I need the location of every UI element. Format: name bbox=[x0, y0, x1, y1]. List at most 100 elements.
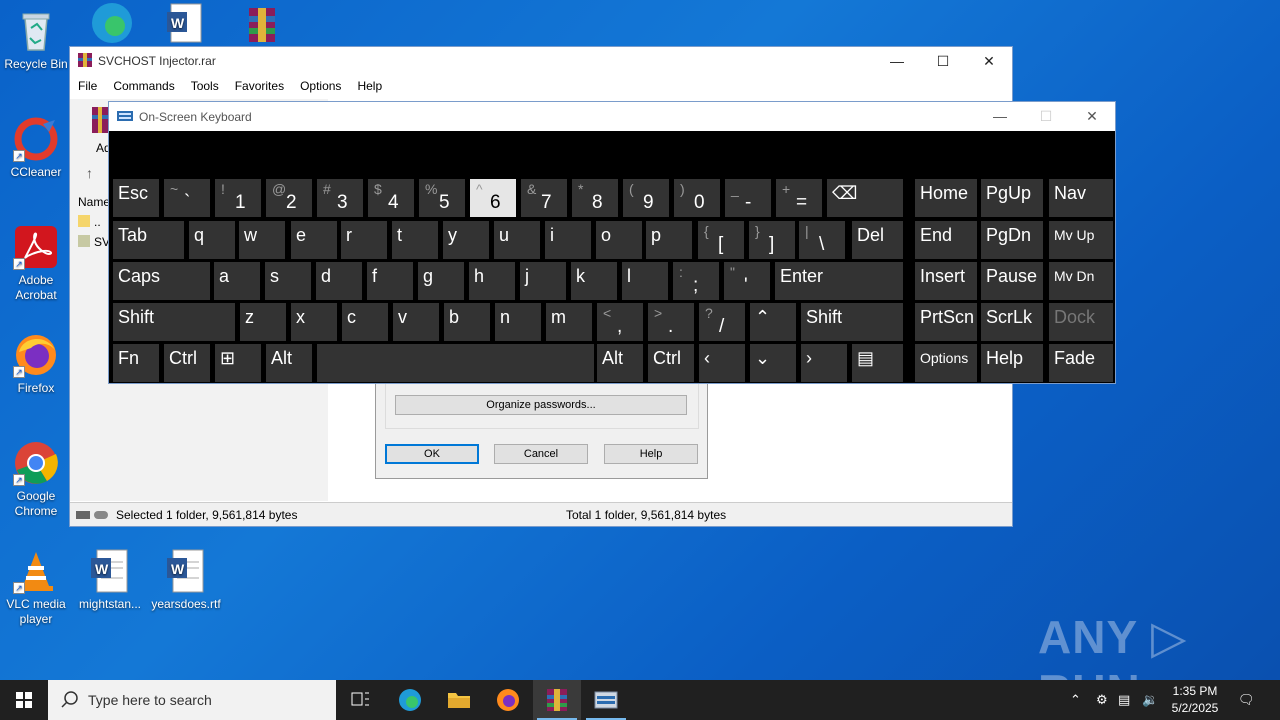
column-header-name[interactable]: Name bbox=[78, 195, 108, 209]
key-dock[interactable]: Dock bbox=[1049, 303, 1113, 341]
key-6[interactable]: ^ 6 bbox=[470, 179, 516, 217]
key-scrlk[interactable]: ScrLk bbox=[981, 303, 1043, 341]
menu-favorites[interactable]: Favorites bbox=[235, 79, 284, 93]
key-pause[interactable]: Pause bbox=[981, 262, 1043, 300]
key-j[interactable]: j bbox=[520, 262, 566, 300]
desktop-icon-recycle-bin[interactable]: Recycle Bin bbox=[0, 8, 72, 72]
key-;[interactable]: :; bbox=[673, 262, 719, 300]
key--[interactable]: _ - bbox=[725, 179, 771, 217]
key-o[interactable]: o bbox=[596, 221, 642, 259]
key-home[interactable]: Home bbox=[915, 179, 977, 217]
key-0[interactable]: ) 0 bbox=[674, 179, 720, 217]
menu-file[interactable]: File bbox=[78, 79, 97, 93]
key-1[interactable]: ! 1 bbox=[215, 179, 261, 217]
maximize-icon[interactable]: ☐ bbox=[920, 47, 966, 75]
key-prtscn[interactable]: PrtScn bbox=[915, 303, 977, 341]
minimize-icon[interactable]: — bbox=[977, 102, 1023, 131]
key-u[interactable]: u bbox=[494, 221, 540, 259]
key-2[interactable]: @2 bbox=[266, 179, 312, 217]
key-alt[interactable]: Alt bbox=[266, 344, 312, 382]
key-/[interactable]: ? / bbox=[699, 303, 745, 341]
key-esc[interactable]: Esc bbox=[113, 179, 159, 217]
desktop-icon-winrar-partial[interactable] bbox=[226, 0, 298, 49]
desktop-icon-word-partial[interactable]: W bbox=[150, 0, 222, 49]
key-fade[interactable]: Fade bbox=[1049, 344, 1113, 382]
key-'[interactable]: " ' bbox=[724, 262, 770, 300]
key-x[interactable]: x bbox=[291, 303, 337, 341]
key-c[interactable]: c bbox=[342, 303, 388, 341]
key-v[interactable]: v bbox=[393, 303, 439, 341]
key-⌄[interactable]: ⌄ bbox=[750, 344, 796, 382]
key-caps[interactable]: Caps bbox=[113, 262, 210, 300]
key-e[interactable]: e bbox=[291, 221, 337, 259]
key-][interactable]: }] bbox=[749, 221, 795, 259]
key-ctrl[interactable]: Ctrl bbox=[648, 344, 694, 382]
desktop-icon-adobe-acrobat[interactable]: ↗ Adobe Acrobat bbox=[0, 224, 72, 303]
help-button[interactable]: Help bbox=[604, 444, 698, 464]
desktop-icon-google-chrome[interactable]: ↗ Google Chrome bbox=[0, 440, 72, 519]
key-b[interactable]: b bbox=[444, 303, 490, 341]
key-r[interactable]: r bbox=[341, 221, 387, 259]
key-w[interactable]: w bbox=[239, 221, 285, 259]
winrar-title-bar[interactable]: SVCHOST Injector.rar — ☐ ✕ bbox=[70, 47, 1012, 75]
taskbar-search-box[interactable]: Type here to search bbox=[48, 680, 336, 720]
key-del[interactable]: Del bbox=[852, 221, 903, 259]
menu-commands[interactable]: Commands bbox=[113, 79, 174, 93]
key-insert[interactable]: Insert bbox=[915, 262, 977, 300]
key-‹[interactable]: ‹ bbox=[699, 344, 745, 382]
show-hidden-icons-chevron-up-icon[interactable]: ⌃ bbox=[1070, 680, 1081, 720]
key-h[interactable]: h bbox=[469, 262, 515, 300]
cancel-button[interactable]: Cancel bbox=[494, 444, 588, 464]
key-7[interactable]: & 7 bbox=[521, 179, 567, 217]
key-t[interactable]: t bbox=[392, 221, 438, 259]
key-▤[interactable]: ▤ bbox=[852, 344, 903, 382]
key-n[interactable]: n bbox=[495, 303, 541, 341]
desktop-icon-ccleaner[interactable]: ↗ CCleaner bbox=[0, 116, 72, 180]
volume-icon[interactable]: 🔉 bbox=[1142, 680, 1158, 720]
key-mv-dn[interactable]: Mv Dn bbox=[1049, 262, 1113, 300]
key-8[interactable]: * 8 bbox=[572, 179, 618, 217]
key-›[interactable]: › bbox=[801, 344, 847, 382]
key-p[interactable]: p bbox=[646, 221, 692, 259]
taskbar-file-explorer[interactable] bbox=[435, 680, 483, 720]
key-.[interactable]: >. bbox=[648, 303, 694, 341]
key-fn[interactable]: Fn bbox=[113, 344, 159, 382]
start-button[interactable] bbox=[0, 680, 48, 720]
key-end[interactable]: End bbox=[915, 221, 977, 259]
key-m[interactable]: m bbox=[546, 303, 592, 341]
key-tab[interactable]: Tab bbox=[113, 221, 184, 259]
key-4[interactable]: $4 bbox=[368, 179, 414, 217]
up-arrow-icon[interactable]: ↑ bbox=[86, 165, 93, 181]
key-a[interactable]: a bbox=[214, 262, 260, 300]
key-d[interactable]: d bbox=[316, 262, 362, 300]
key-s[interactable]: s bbox=[265, 262, 311, 300]
desktop-icon-yearsdoes[interactable]: W yearsdoes.rtf bbox=[150, 548, 222, 612]
desktop-icon-vlc[interactable]: ↗ VLC media player bbox=[0, 548, 72, 627]
key-⌃[interactable]: ⌃ bbox=[750, 303, 796, 341]
list-item[interactable]: SV bbox=[78, 235, 110, 249]
key-mv-up[interactable]: Mv Up bbox=[1049, 221, 1113, 259]
tray-app-icon[interactable]: ⚙ bbox=[1096, 680, 1108, 720]
key-5[interactable]: % 5 bbox=[419, 179, 465, 217]
key-pgdn[interactable]: PgDn bbox=[981, 221, 1043, 259]
close-icon[interactable]: ✕ bbox=[966, 47, 1012, 75]
key-nav[interactable]: Nav bbox=[1049, 179, 1113, 217]
key-pgup[interactable]: PgUp bbox=[981, 179, 1043, 217]
key-options[interactable]: Options bbox=[915, 344, 977, 382]
organize-passwords-button[interactable]: Organize passwords... bbox=[395, 395, 687, 415]
key-i[interactable]: i bbox=[545, 221, 591, 259]
network-icon[interactable]: ▤ bbox=[1118, 680, 1130, 720]
key-k[interactable]: k bbox=[571, 262, 617, 300]
menu-tools[interactable]: Tools bbox=[191, 79, 219, 93]
menu-options[interactable]: Options bbox=[300, 79, 341, 93]
key-q[interactable]: q bbox=[189, 221, 235, 259]
taskbar-edge[interactable] bbox=[386, 680, 434, 720]
key-`[interactable]: ~ ` bbox=[164, 179, 210, 217]
taskbar-firefox[interactable] bbox=[484, 680, 532, 720]
taskbar-on-screen-keyboard[interactable] bbox=[582, 680, 630, 720]
key-space[interactable] bbox=[317, 344, 594, 382]
taskbar-clock[interactable]: 1:35 PM 5/2/2025 bbox=[1160, 683, 1230, 717]
key-z[interactable]: z bbox=[240, 303, 286, 341]
taskbar-winrar[interactable] bbox=[533, 680, 581, 720]
key-,[interactable]: <, bbox=[597, 303, 643, 341]
